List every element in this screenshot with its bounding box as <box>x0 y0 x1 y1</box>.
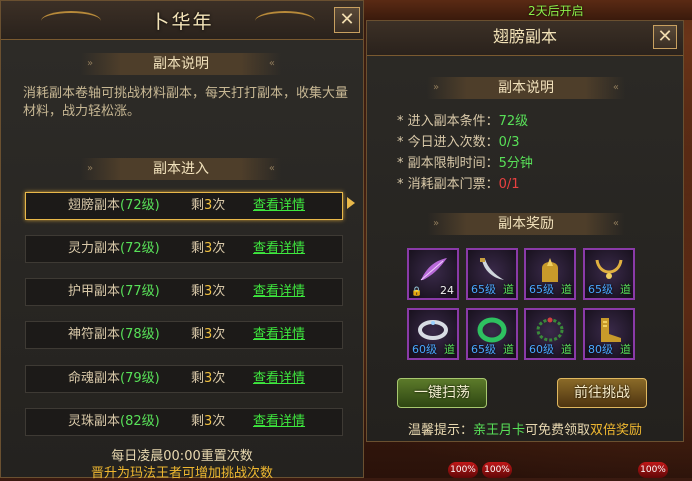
item-level: 80级 <box>588 343 613 356</box>
item-class-tag: 道 <box>503 283 514 296</box>
detail-desc-header: » 副本说明 « <box>427 77 625 99</box>
detail-title: 翅膀副本 <box>367 21 683 56</box>
dungeon-name: 命魂副本(79级) <box>68 371 160 386</box>
dungeon-list-panel: 卜华年 ✕ » 副本说明 « 消耗副本卷轴可挑战材料副本，每天打打副本，收集大量… <box>0 0 364 481</box>
dungeon-row-pearl[interactable]: 灵珠副本(82级) 剩3次 查看详情 <box>25 408 343 436</box>
feather-icon <box>420 258 447 281</box>
dungeon-remaining: 剩3次 <box>191 241 226 256</box>
selection-arrow-icon <box>347 197 355 209</box>
chevron-right-icon: » <box>87 58 94 69</box>
dungeon-name: 神符副本(78级) <box>68 327 160 342</box>
status-orbs: 100% 100% 100% <box>448 462 688 478</box>
dungeon-row-wings[interactable]: 翅膀副本(72级) 剩3次 查看详情 <box>25 192 343 220</box>
gold-boots-icon <box>601 318 621 342</box>
go-challenge-button[interactable]: 前往挑战 <box>557 378 647 408</box>
dungeon-row-spirit[interactable]: 灵力副本(72级) 剩3次 查看详情 <box>25 235 343 263</box>
panel-title: 卜华年 <box>150 11 214 33</box>
left-title-bar: 卜华年 <box>1 1 363 40</box>
dungeon-row-armor[interactable]: 护甲副本(77级) 剩3次 查看详情 <box>25 278 343 306</box>
reward-slot[interactable]: 80级 道 <box>583 308 635 360</box>
reward-slot[interactable]: 65级 道 <box>466 248 518 300</box>
item-level: 65级 <box>471 343 496 356</box>
item-class-tag: 道 <box>620 343 631 356</box>
desc-section-title: 副本说明 <box>153 56 209 72</box>
chevron-left-icon: « <box>268 58 275 69</box>
item-class-tag: 道 <box>561 283 572 296</box>
curved-blade-icon <box>480 258 504 280</box>
item-class-tag: 道 <box>620 283 631 296</box>
detail-close-button[interactable]: ✕ <box>653 25 677 49</box>
close-button[interactable]: ✕ <box>334 7 360 33</box>
item-level: 65级 <box>471 283 496 296</box>
jade-bangle-icon <box>477 317 507 343</box>
golden-helmet-icon <box>542 258 558 282</box>
hp-orb-3: 100% <box>638 462 668 478</box>
reward-slot[interactable]: 65级 道 <box>466 308 518 360</box>
detail-desc-title: 副本说明 <box>498 80 554 96</box>
reward-title: 副本奖励 <box>498 216 554 232</box>
view-details-link[interactable]: 查看详情 <box>253 236 305 262</box>
view-details-link[interactable]: 查看详情 <box>253 279 305 305</box>
reward-header: » 副本奖励 « <box>427 213 625 235</box>
entry-section-header: » 副本进入 « <box>81 158 281 180</box>
dungeon-name: 灵力副本(72级) <box>68 241 160 256</box>
dungeon-name: 翅膀副本(72级) <box>68 198 160 213</box>
reward-slot[interactable]: 65级 道 <box>583 248 635 300</box>
view-details-link[interactable]: 查看详情 <box>253 322 305 348</box>
view-details-link[interactable]: 查看详情 <box>253 193 305 219</box>
chevron-right-icon: » <box>87 163 94 174</box>
dungeon-name: 灵珠副本(82级) <box>68 414 160 429</box>
info-level-requirement: * 进入副本条件：72级 <box>397 114 529 129</box>
quick-sweep-button[interactable]: 一键扫荡 <box>397 378 487 408</box>
entry-section-title: 副本进入 <box>153 161 209 177</box>
dungeon-detail-panel: 翅膀副本 ✕ » 副本说明 « * 进入副本条件：72级 * 今日进入次数：0/… <box>366 20 684 442</box>
item-class-tag: 道 <box>561 343 572 356</box>
item-level: 60级 <box>412 343 437 356</box>
item-level: 65级 <box>529 283 554 296</box>
tip-line: 温馨提示：亲王月卡可免费领取双倍奖励 <box>407 423 643 438</box>
event-countdown: 2天后开启 <box>528 4 584 18</box>
bead-bracelet-icon <box>536 317 564 342</box>
item-level: 65级 <box>588 283 613 296</box>
info-entries-today: * 今日进入次数：0/3 <box>397 135 520 150</box>
item-class-tag: 道 <box>503 343 514 356</box>
dungeon-name: 护甲副本(77级) <box>68 284 160 299</box>
reward-slot[interactable]: 65级 道 <box>524 248 576 300</box>
hp-orb-1: 100% <box>448 462 478 478</box>
desc-text: 消耗副本卷轴可挑战材料副本，每天打打副本，收集大量材料，战力轻松涨。 <box>23 86 349 119</box>
dungeon-remaining: 剩3次 <box>191 327 226 342</box>
view-details-link[interactable]: 查看详情 <box>253 366 305 392</box>
reward-slot[interactable]: 60级 道 <box>524 308 576 360</box>
dungeon-remaining: 剩3次 <box>191 414 226 429</box>
hp-orb-2: 100% <box>482 462 512 478</box>
item-class-tag: 道 <box>444 343 455 356</box>
desc-section-header: » 副本说明 « <box>81 53 281 75</box>
dungeon-remaining: 剩3次 <box>191 371 226 386</box>
top-status-strip: 2天后开启 <box>362 0 692 20</box>
item-level: 60级 <box>529 343 554 356</box>
dungeon-remaining: 剩3次 <box>191 198 226 213</box>
view-details-link[interactable]: 查看详情 <box>253 409 305 435</box>
lock-icon: 🔒 <box>411 287 423 297</box>
reward-slot[interactable]: 🔒 24 <box>407 248 459 300</box>
chevron-right-icon: » <box>433 218 440 229</box>
silver-bracelet-icon <box>418 320 448 340</box>
chevron-left-icon: « <box>268 163 275 174</box>
dungeon-row-talisman[interactable]: 神符副本(78级) 剩3次 查看详情 <box>25 321 343 349</box>
chevron-right-icon: » <box>433 82 440 93</box>
chevron-left-icon: « <box>612 218 619 229</box>
reward-slot[interactable]: 60级 道 <box>407 308 459 360</box>
gold-necklace-icon <box>595 259 623 279</box>
dungeon-remaining: 剩3次 <box>191 284 226 299</box>
info-time-limit: * 副本限制时间：5分钟 <box>397 156 533 171</box>
upgrade-notice: 晋升为玛法王者可增加挑战次数 <box>90 466 273 481</box>
dungeon-row-soul[interactable]: 命魂副本(79级) 剩3次 查看详情 <box>25 365 343 393</box>
info-ticket-cost: * 消耗副本门票：0/1 <box>397 177 520 192</box>
item-count: 24 <box>440 284 454 297</box>
chevron-left-icon: « <box>612 82 619 93</box>
